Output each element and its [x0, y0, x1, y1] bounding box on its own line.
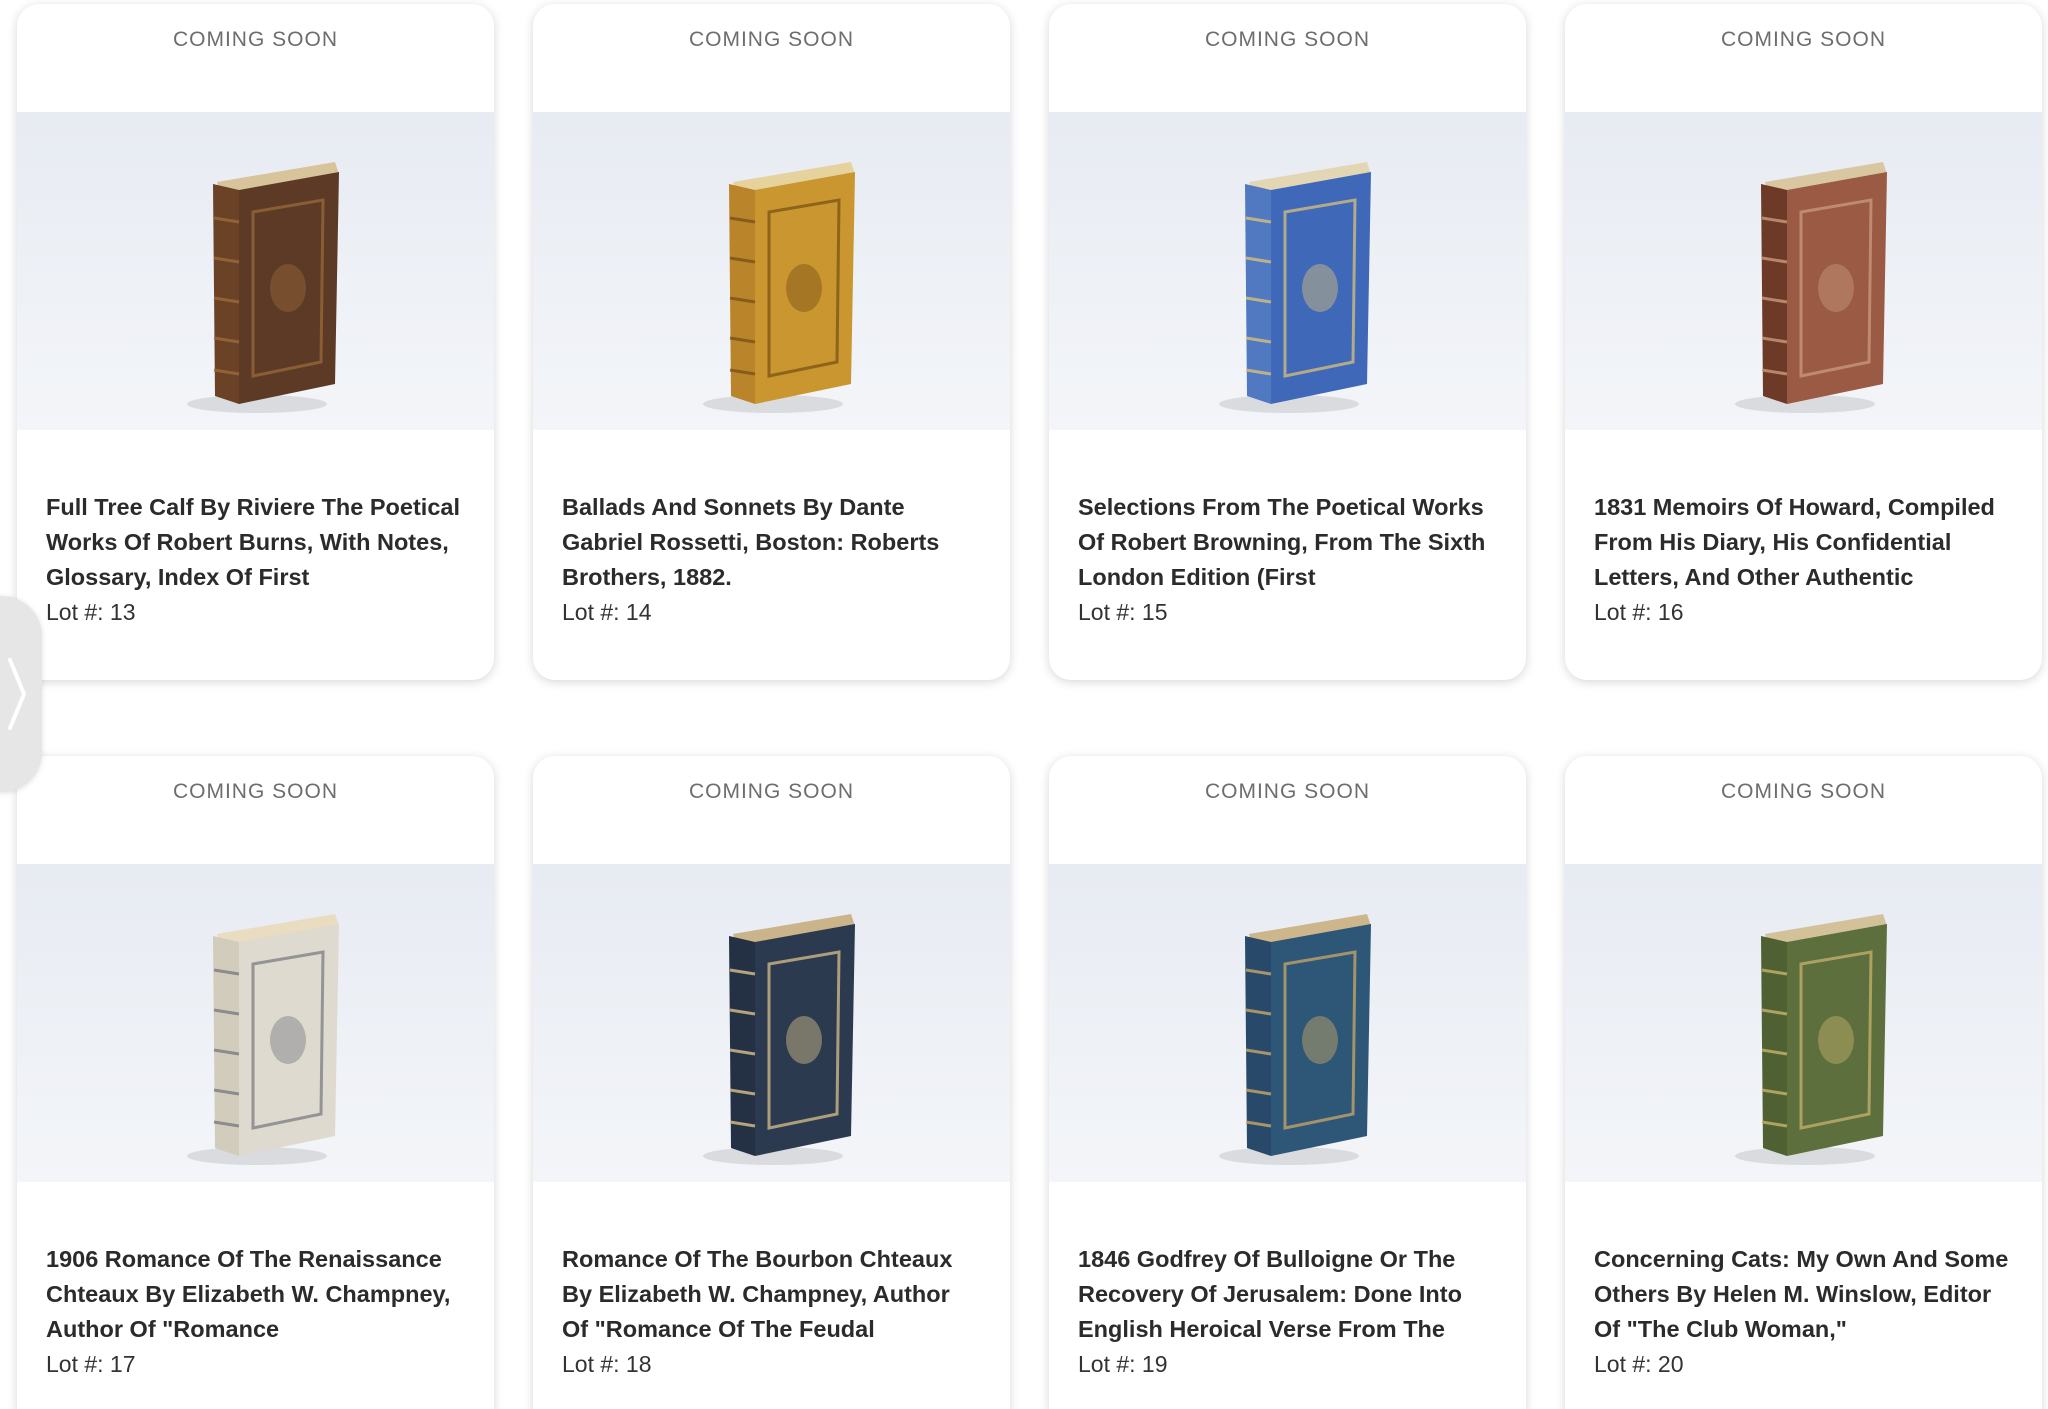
card-body: Selections From The Poetical Works Of Ro… — [1049, 430, 1526, 630]
card-body: Ballads And Sonnets By Dante Gabriel Ros… — [533, 430, 1010, 630]
lot-photo[interactable] — [17, 864, 494, 1182]
lot-title[interactable]: 1831 Memoirs Of Howard, Compiled From Hi… — [1594, 490, 2014, 595]
lot-title[interactable]: 1906 Romance Of The Renaissance Chteaux … — [46, 1242, 466, 1347]
book-photo — [1219, 914, 1371, 1165]
status-label: COMING SOON — [1204, 28, 1370, 51]
lot-card[interactable]: COMING SOON Full Tree Calf By Riviere Th… — [17, 4, 494, 680]
lot-card[interactable]: COMING SOON Concerning Cats: My Own And … — [1565, 756, 2042, 1409]
status-label: COMING SOON — [1720, 780, 1886, 803]
lot-title[interactable]: Romance Of The Bourbon Chteaux By Elizab… — [562, 1242, 982, 1347]
lot-photo[interactable] — [1565, 112, 2042, 430]
card-body: Full Tree Calf By Riviere The Poetical W… — [17, 430, 494, 630]
lot-photo[interactable] — [17, 112, 494, 430]
side-panel-toggle[interactable] — [0, 596, 42, 792]
lot-number: Lot #: 17 — [46, 1351, 136, 1377]
lot-card[interactable]: COMING SOON 1846 Godfrey Of Bulloigne Or… — [1049, 756, 1526, 1409]
card-body: 1906 Romance Of The Renaissance Chteaux … — [17, 1182, 494, 1382]
status-label: COMING SOON — [688, 28, 854, 51]
lot-title[interactable]: Full Tree Calf By Riviere The Poetical W… — [46, 490, 466, 595]
book-photo — [187, 914, 339, 1165]
status-label: COMING SOON — [1720, 28, 1886, 51]
catalog-page: COMING SOON Full Tree Calf By Riviere Th… — [0, 0, 2048, 1409]
book-photo — [1219, 162, 1371, 413]
lot-number: Lot #: 20 — [1594, 1351, 1684, 1377]
lot-title[interactable]: Concerning Cats: My Own And Some Others … — [1594, 1242, 2014, 1347]
lot-grid: COMING SOON Full Tree Calf By Riviere Th… — [17, 4, 2042, 1409]
book-photo — [187, 162, 339, 413]
lot-photo[interactable] — [1565, 864, 2042, 1182]
lot-card[interactable]: COMING SOON Selections From The Poetical… — [1049, 4, 1526, 680]
lot-number: Lot #: 14 — [562, 599, 652, 625]
lot-photo[interactable] — [1049, 864, 1526, 1182]
card-body: Romance Of The Bourbon Chteaux By Elizab… — [533, 1182, 1010, 1382]
lot-title[interactable]: 1846 Godfrey Of Bulloigne Or The Recover… — [1078, 1242, 1498, 1347]
book-photo — [1735, 914, 1887, 1165]
lot-number: Lot #: 13 — [46, 599, 136, 625]
lot-number: Lot #: 15 — [1078, 599, 1168, 625]
lot-card[interactable]: COMING SOON Ballads And Sonnets By Dante… — [533, 4, 1010, 680]
book-photo — [703, 162, 855, 413]
card-body: 1831 Memoirs Of Howard, Compiled From Hi… — [1565, 430, 2042, 630]
book-photo — [703, 914, 855, 1165]
card-body: 1846 Godfrey Of Bulloigne Or The Recover… — [1049, 1182, 1526, 1382]
lot-number: Lot #: 19 — [1078, 1351, 1168, 1377]
chevron-right-icon — [8, 658, 26, 730]
lot-title[interactable]: Selections From The Poetical Works Of Ro… — [1078, 490, 1498, 595]
lot-photo[interactable] — [1049, 112, 1526, 430]
card-body: Concerning Cats: My Own And Some Others … — [1565, 1182, 2042, 1382]
status-label: COMING SOON — [172, 780, 338, 803]
lot-title[interactable]: Ballads And Sonnets By Dante Gabriel Ros… — [562, 490, 982, 595]
lot-card[interactable]: COMING SOON 1906 Romance Of The Renaissa… — [17, 756, 494, 1409]
lot-card[interactable]: COMING SOON Romance Of The Bourbon Chtea… — [533, 756, 1010, 1409]
lot-photo[interactable] — [533, 112, 1010, 430]
book-photo — [1735, 162, 1887, 413]
status-label: COMING SOON — [1204, 780, 1370, 803]
lot-photo[interactable] — [533, 864, 1010, 1182]
lot-number: Lot #: 16 — [1594, 599, 1684, 625]
status-label: COMING SOON — [688, 780, 854, 803]
lot-number: Lot #: 18 — [562, 1351, 652, 1377]
status-label: COMING SOON — [172, 28, 338, 51]
lot-card[interactable]: COMING SOON 1831 Memoirs Of Howard, Comp… — [1565, 4, 2042, 680]
